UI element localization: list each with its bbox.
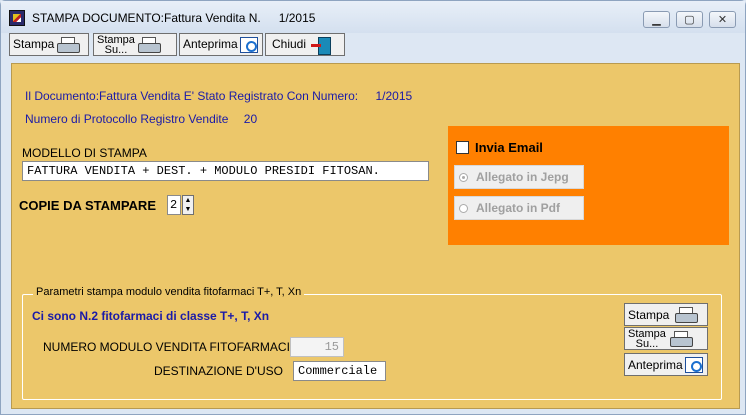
print-button[interactable]: Stampa	[9, 33, 89, 56]
fito-print-label: Stampa	[628, 307, 670, 322]
fito-preview-button[interactable]: Anteprima	[624, 353, 708, 376]
fito-print-on-line1: Stampa	[628, 327, 666, 340]
spin-up-icon[interactable]: ▲	[183, 196, 193, 205]
close-button[interactable]: Chiudi	[265, 33, 345, 56]
window-title: STAMPA DOCUMENTO:Fattura Vendita N. 1/201…	[32, 11, 315, 25]
destination-field[interactable]: Commerciale	[293, 361, 386, 381]
model-label: MODELLO DI STAMPA	[22, 146, 147, 160]
print-on-button-label: Stampa Su...	[97, 33, 135, 56]
copies-label: COPIE DA STAMPARE	[19, 198, 156, 213]
send-email-checkbox[interactable]	[456, 141, 469, 154]
close-icon: ✕	[717, 14, 728, 26]
toolbar: Stampa Stampa Su... Anteprima Chiudi	[7, 32, 740, 57]
registered-info: Il Documento:Fattura Vendita E' Stato Re…	[25, 89, 412, 103]
attach-jpeg-label: Allegato in Jepg	[476, 170, 569, 184]
send-email-label[interactable]: Invia Email	[475, 140, 543, 155]
radio-icon	[459, 203, 468, 213]
print-document-window: STAMPA DOCUMENTO:Fattura Vendita N. 1/201…	[0, 0, 746, 415]
preview-icon	[239, 36, 258, 53]
radio-selected-icon	[459, 172, 468, 182]
print-on-button[interactable]: Stampa Su...	[93, 33, 177, 56]
fito-print-on-line2: Su...	[635, 337, 659, 350]
registered-text: Il Documento:Fattura Vendita E' Stato Re…	[25, 89, 359, 103]
close-button-label: Chiudi	[272, 37, 307, 51]
printer-icon	[669, 330, 693, 347]
registered-number: 1/2015	[375, 89, 413, 103]
copies-spinner[interactable]: ▲ ▼	[182, 195, 194, 215]
preview-button[interactable]: Anteprima	[179, 33, 263, 56]
print-on-label-line2: Su...	[104, 43, 128, 56]
model-field[interactable]: FATTURA VENDITA + DEST. + MODULO PRESIDI…	[22, 161, 429, 181]
close-window-button[interactable]: ✕	[709, 11, 736, 28]
app-icon	[9, 10, 25, 26]
printer-icon	[137, 36, 161, 53]
copies-field[interactable]: 2	[167, 195, 181, 215]
protocol-info: Numero di Protocollo Registro Vendite 20	[25, 112, 257, 126]
fito-print-on-button[interactable]: Stampa Su...	[624, 327, 708, 350]
module-number-label: NUMERO MODULO VENDITA FITOFARMACI	[43, 340, 290, 354]
fito-preview-label: Anteprima	[628, 357, 683, 372]
fito-notice: Ci sono N.2 fitofarmaci di classe T+, T,…	[32, 309, 270, 323]
print-button-label: Stampa	[13, 37, 55, 51]
exit-door-icon	[310, 36, 332, 55]
window-title-number: 1/2015	[278, 11, 316, 25]
protocol-text: Numero di Protocollo Registro Vendite	[25, 112, 229, 126]
preview-button-label: Anteprima	[183, 37, 238, 51]
preview-icon	[684, 356, 703, 373]
attach-pdf-label: Allegato in Pdf	[476, 201, 560, 215]
title-bar[interactable]: STAMPA DOCUMENTO:Fattura Vendita N. 1/201…	[1, 1, 745, 33]
spin-down-icon[interactable]: ▼	[183, 205, 193, 214]
fito-print-on-label: Stampa Su...	[628, 327, 666, 350]
main-panel: Il Documento:Fattura Vendita E' Stato Re…	[11, 63, 740, 409]
destination-label: DESTINAZIONE D'USO	[154, 364, 283, 378]
fito-group-title: Parametri stampa modulo vendita fitofarm…	[33, 286, 305, 298]
minimize-button[interactable]: ▁	[643, 11, 670, 28]
maximize-button[interactable]: ▢	[676, 11, 703, 28]
fito-print-button[interactable]: Stampa	[624, 303, 708, 326]
printer-icon	[57, 36, 81, 53]
protocol-number: 20	[243, 112, 258, 126]
attach-jpeg-option[interactable]: Allegato in Jepg	[454, 165, 584, 189]
print-on-label-line1: Stampa	[97, 33, 135, 46]
fito-params-group: Parametri stampa modulo vendita fitofarm…	[22, 286, 722, 400]
module-number-field[interactable]: 15	[290, 337, 344, 357]
maximize-icon: ▢	[684, 14, 695, 26]
printer-icon	[675, 306, 699, 323]
minimize-icon: ▁	[652, 14, 661, 26]
window-title-text: STAMPA DOCUMENTO:Fattura Vendita N.	[32, 11, 261, 25]
attach-pdf-option[interactable]: Allegato in Pdf	[454, 196, 584, 220]
email-panel: Invia Email Allegato in Jepg Allegato in…	[448, 126, 729, 245]
